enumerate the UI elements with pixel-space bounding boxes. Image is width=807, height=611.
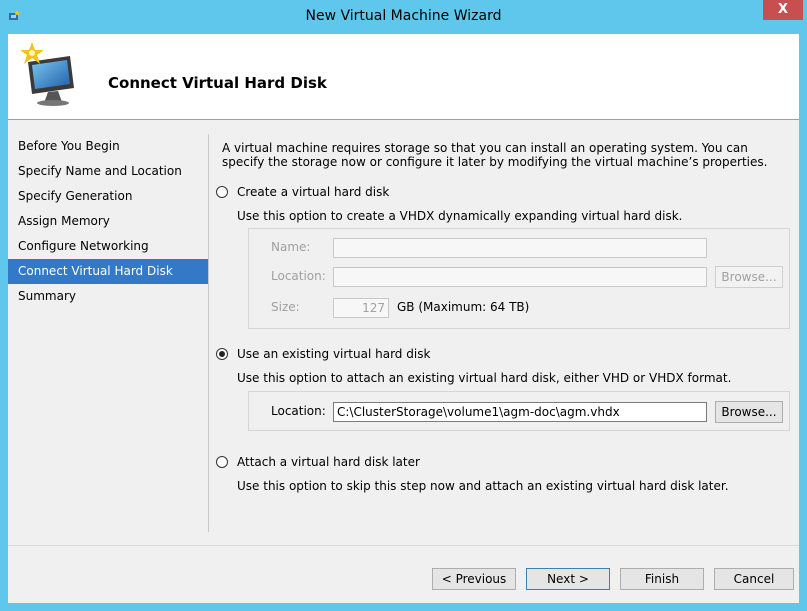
attach-later-label: Attach a virtual hard disk later [237,455,420,469]
window-title: New Virtual Machine Wizard [305,8,502,24]
nav-item-generation[interactable]: Specify Generation [8,184,208,209]
nav-item-before-you-begin[interactable]: Before You Begin [8,134,208,159]
create-vhd-panel: Name: Location: Browse... Size: 127 GB (… [248,228,790,329]
window-frame-right [799,34,807,611]
nav-divider [208,134,209,532]
create-vhd-description: Use this option to create a VHDX dynamic… [237,209,683,223]
existing-vhd-description: Use this option to attach an existing vi… [237,371,732,385]
page-description: A virtual machine requires storage so th… [222,141,768,169]
existing-vhd-radio[interactable] [216,348,228,360]
cancel-button[interactable]: Cancel [714,568,794,590]
vhd-size-unit: GB (Maximum: 64 TB) [397,300,530,314]
existing-location-field[interactable]: C:\ClusterStorage\volume1\agm-doc\agm.vh… [333,402,707,422]
wizard-body: Before You Begin Specify Name and Locati… [8,120,799,603]
close-button[interactable]: X [763,0,803,20]
existing-browse-button[interactable]: Browse... [715,401,783,423]
footer-divider [8,545,799,546]
create-vhd-label: Create a virtual hard disk [237,185,390,199]
wizard-nav: Before You Begin Specify Name and Locati… [8,134,208,309]
nav-item-networking[interactable]: Configure Networking [8,234,208,259]
create-vhd-radio[interactable] [216,186,228,198]
attach-later-description: Use this option to skip this step now an… [237,479,729,493]
existing-vhd-label: Use an existing virtual hard disk [237,347,431,361]
existing-vhd-panel: Location: C:\ClusterStorage\volume1\agm-… [248,391,790,431]
monitor-sparkle-icon [20,42,74,106]
next-button[interactable]: Next > [526,568,610,590]
existing-location-label: Location: [271,404,326,418]
nav-item-memory[interactable]: Assign Memory [8,209,208,234]
nav-item-summary[interactable]: Summary [8,284,208,309]
vhd-name-field[interactable] [333,238,707,258]
vhd-location-label: Location: [271,269,326,283]
page-title: Connect Virtual Hard Disk [108,74,327,92]
title-bar: New Virtual Machine Wizard X [0,0,807,34]
window-frame-bottom [0,603,807,611]
attach-later-radio[interactable] [216,456,228,468]
wizard-header: Connect Virtual Hard Disk [8,34,799,120]
window-frame-left [0,34,8,611]
vhd-size-label: Size: [271,300,300,314]
finish-button[interactable]: Finish [620,568,704,590]
vhd-location-field[interactable] [333,267,707,287]
create-browse-button[interactable]: Browse... [715,266,783,288]
vhd-size-field[interactable]: 127 [333,298,389,318]
vhd-name-label: Name: [271,240,311,254]
nav-item-name-location[interactable]: Specify Name and Location [8,159,208,184]
nav-item-connect-vhd[interactable]: Connect Virtual Hard Disk [8,259,208,284]
previous-button[interactable]: < Previous [432,568,516,590]
